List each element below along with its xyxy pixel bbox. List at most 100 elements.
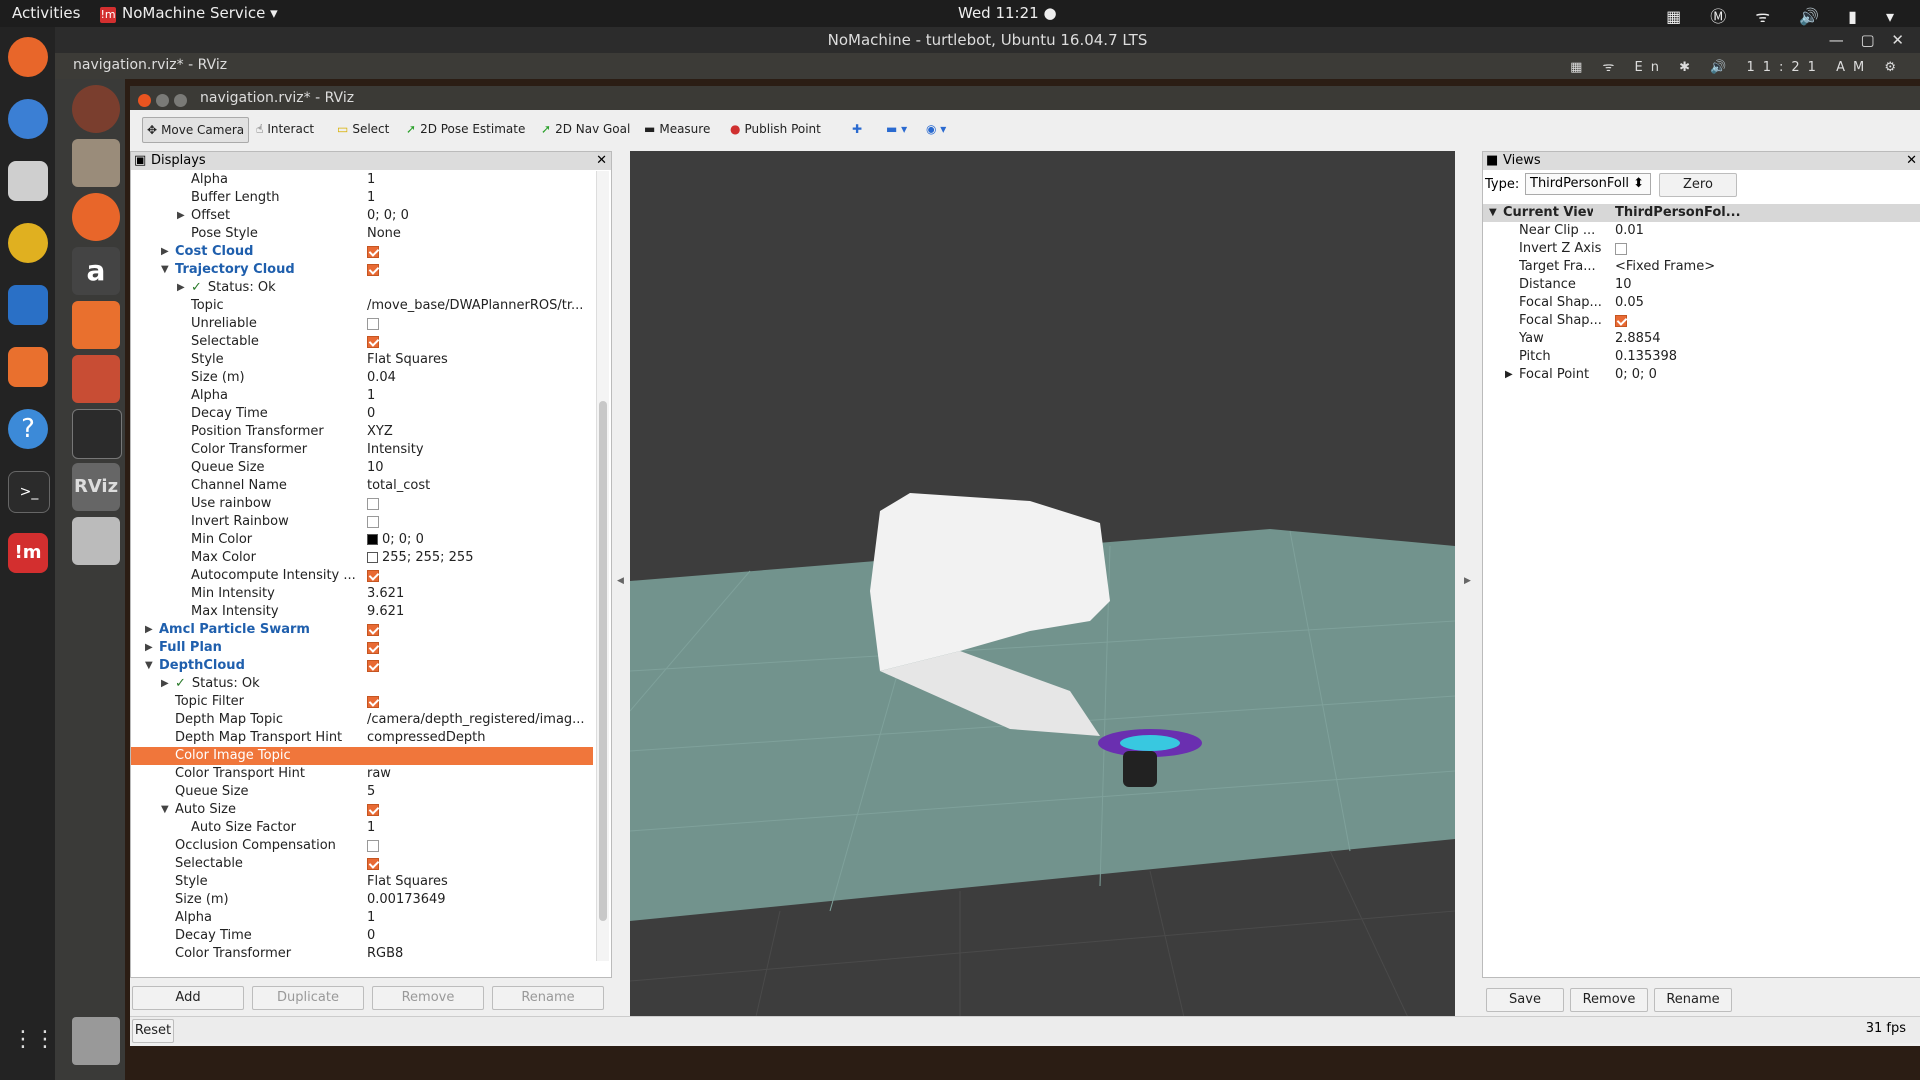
rename-display-button[interactable]: Rename (492, 986, 604, 1010)
nav-goal-tool[interactable]: ➚ 2D Nav Goal (537, 117, 634, 141)
property-checkbox[interactable] (367, 515, 379, 528)
property-row[interactable]: ▶ ✓ Status: Ok (131, 675, 593, 693)
expanded-arrow-icon[interactable]: ▼ (161, 801, 169, 819)
property-row[interactable]: Color Transformer Intensity (131, 441, 593, 459)
drive-icon[interactable] (72, 517, 120, 565)
property-row[interactable]: ▶ Amcl Particle Swarm (131, 621, 593, 639)
property-row[interactable]: Channel Name total_cost (131, 477, 593, 495)
clock[interactable]: Wed 11:21 ● (958, 4, 1057, 22)
property-checkbox[interactable] (367, 497, 379, 510)
property-row[interactable]: Pose Style None (131, 225, 593, 243)
close-views-icon[interactable]: ✕ (1906, 152, 1917, 170)
view-property-value[interactable] (1615, 240, 1627, 258)
collapsed-arrow-icon[interactable]: ▶ (1505, 366, 1513, 384)
expanded-arrow-icon[interactable]: ▼ (145, 657, 153, 675)
remove-display-button[interactable]: Remove (372, 986, 484, 1010)
property-value[interactable] (367, 657, 591, 675)
property-value[interactable]: Intensity (367, 441, 591, 459)
property-row[interactable]: Alpha 1 (131, 909, 593, 927)
ubuntu-dash-icon[interactable] (72, 85, 120, 133)
property-value[interactable] (367, 315, 591, 333)
remove-tool-icon[interactable]: ▬ ▾ (882, 117, 911, 141)
property-value[interactable]: Flat Squares (367, 351, 591, 369)
publish-point-tool[interactable]: ● Publish Point (726, 117, 825, 141)
remote-firefox-icon[interactable] (72, 193, 120, 241)
collapsed-arrow-icon[interactable]: ▶ (177, 207, 185, 225)
view-property-value[interactable]: 0; 0; 0 (1615, 366, 1657, 384)
nomachine-dock-icon[interactable]: !m (8, 533, 48, 573)
property-row[interactable]: Max Intensity 9.621 (131, 603, 593, 621)
view-property-value[interactable]: 0.135398 (1615, 348, 1677, 366)
rviz-window-buttons[interactable] (138, 91, 192, 115)
camera-type-icon[interactable]: ◉ ▾ (922, 117, 950, 141)
property-value[interactable] (367, 801, 591, 819)
software-icon[interactable] (8, 347, 48, 387)
property-value[interactable]: 0 (367, 927, 591, 945)
property-row[interactable]: Max Color 255; 255; 255 (131, 549, 593, 567)
property-checkbox[interactable] (367, 245, 379, 258)
property-row[interactable]: Color Image Topic (131, 747, 593, 765)
property-value[interactable] (367, 639, 591, 657)
rename-view-button[interactable]: Rename (1654, 988, 1732, 1012)
displays-tree[interactable]: Alpha 1 Buffer Length 1 ▶ Offset 0; 0; 0 Pose S… (131, 171, 593, 961)
view-property-checkbox[interactable] (1615, 242, 1627, 255)
property-row[interactable]: Alpha 1 (131, 171, 593, 189)
property-checkbox[interactable] (367, 857, 379, 870)
scroll-thumb[interactable] (599, 401, 607, 921)
collapsed-arrow-icon[interactable]: ▶ (177, 279, 185, 297)
minimize-icon[interactable] (156, 94, 169, 107)
app-menu[interactable]: !m NoMachine Service ▾ (100, 4, 278, 23)
property-value[interactable]: 10 (367, 459, 591, 477)
view-property-row[interactable]: Focal Shap... 0.05 (1483, 294, 1920, 312)
amazon-icon[interactable]: a (72, 247, 120, 295)
move-camera-tool[interactable]: ✥ Move Camera (142, 117, 250, 143)
property-value[interactable] (367, 837, 591, 855)
view-property-row[interactable]: Yaw 2.8854 (1483, 330, 1920, 348)
remote-software-icon[interactable] (72, 301, 120, 349)
zero-button[interactable]: Zero (1659, 173, 1737, 197)
view-property-row[interactable]: Focal Shap... (1483, 312, 1920, 330)
activities-button[interactable]: Activities (12, 4, 80, 22)
property-value[interactable]: 0; 0; 0 (367, 531, 591, 549)
files-icon[interactable] (8, 161, 48, 201)
pose-estimate-tool[interactable]: ➚ 2D Pose Estimate (402, 117, 529, 141)
view-property-value[interactable]: 0.05 (1615, 294, 1644, 312)
view-property-row[interactable]: Target Fra... <Fixed Frame> (1483, 258, 1920, 276)
property-checkbox[interactable] (367, 335, 379, 348)
view-property-value[interactable]: 2.8854 (1615, 330, 1661, 348)
property-value[interactable]: 9.621 (367, 603, 591, 621)
property-value[interactable]: compressedDepth (367, 729, 591, 747)
property-value[interactable]: Flat Squares (367, 873, 591, 891)
property-checkbox[interactable] (367, 623, 379, 636)
property-value[interactable]: 1 (367, 909, 591, 927)
collapsed-arrow-icon[interactable]: ▶ (145, 639, 153, 657)
view-property-value[interactable] (1615, 312, 1627, 330)
trash-icon[interactable] (72, 1017, 120, 1065)
property-value[interactable]: 5 (367, 783, 591, 801)
remote-files-icon[interactable] (72, 139, 120, 187)
collapsed-arrow-icon[interactable]: ▶ (161, 675, 169, 693)
property-row[interactable]: Min Color 0; 0; 0 (131, 531, 593, 549)
view-property-row[interactable]: ▶ Focal Point 0; 0; 0 (1483, 366, 1920, 384)
collapsed-arrow-icon[interactable]: ▶ (145, 621, 153, 639)
property-row[interactable]: Topic Filter (131, 693, 593, 711)
property-row[interactable]: Color Transport Hint raw (131, 765, 593, 783)
property-row[interactable]: Depth Map Transport Hint compressedDepth (131, 729, 593, 747)
measure-tool[interactable]: ▬ Measure (640, 117, 714, 141)
color-swatch[interactable] (367, 552, 378, 563)
property-row[interactable]: Style Flat Squares (131, 351, 593, 369)
view-property-value[interactable]: 10 (1615, 276, 1632, 294)
property-row[interactable]: Color Transformer RGB8 (131, 945, 593, 961)
property-value[interactable]: 255; 255; 255 (367, 549, 591, 567)
view-property-row[interactable]: Pitch 0.135398 (1483, 348, 1920, 366)
property-value[interactable]: 0; 0; 0 (367, 207, 591, 225)
property-row[interactable]: ▼ DepthCloud (131, 657, 593, 675)
add-display-button[interactable]: Add (132, 986, 244, 1010)
property-value[interactable]: XYZ (367, 423, 591, 441)
remote-tray[interactable]: ▦ ᯤ En ✱ 🔊 11:21 AM ⚙ (1570, 57, 1904, 75)
view-property-value[interactable]: 0.01 (1615, 222, 1644, 240)
property-row[interactable]: Queue Size 5 (131, 783, 593, 801)
rviz-icon[interactable]: RViz (72, 463, 120, 511)
save-view-button[interactable]: Save (1486, 988, 1564, 1012)
select-tool[interactable]: ▭ Select (333, 117, 393, 141)
